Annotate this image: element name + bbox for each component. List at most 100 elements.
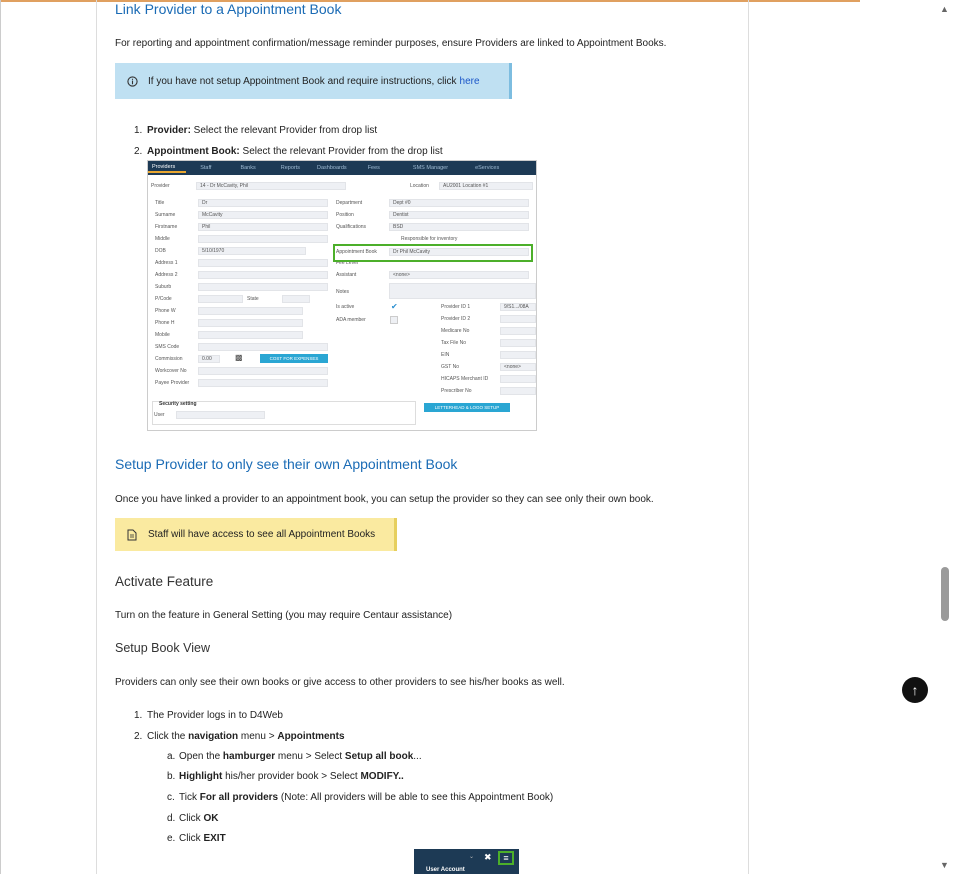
back-to-top-button[interactable]: ↑ bbox=[902, 677, 928, 703]
field-label: Provider ID 2 bbox=[441, 316, 471, 322]
scrollbar-thumb[interactable] bbox=[941, 567, 949, 621]
security-panel: Security setting User bbox=[152, 401, 416, 425]
department-field: Dept #0 bbox=[389, 199, 529, 207]
qualifications-field: BSD bbox=[389, 223, 529, 231]
pcode-field bbox=[198, 295, 243, 303]
ein-field bbox=[500, 351, 536, 359]
info-callout: If you have not setup Appointment Book a… bbox=[115, 63, 512, 99]
provider-id2-field bbox=[500, 315, 536, 323]
tab-providers: Providers bbox=[148, 164, 187, 173]
field-label: ADA member bbox=[336, 317, 366, 323]
field-label: Is active bbox=[336, 304, 355, 310]
user-field bbox=[176, 411, 265, 419]
info-circle-icon bbox=[125, 74, 139, 88]
scroll-down-arrow-icon[interactable]: ▼ bbox=[940, 860, 950, 870]
cost-for-expenses-button: COST FOR EXPENSES bbox=[260, 354, 328, 363]
field-label: Phone H bbox=[155, 320, 175, 326]
field-label: Workcover No bbox=[155, 368, 187, 374]
field-label: GST No bbox=[441, 364, 459, 370]
payee-provider-field bbox=[198, 379, 328, 387]
field-label: Mobile bbox=[155, 332, 170, 338]
field-label: SMS Code bbox=[155, 344, 180, 350]
surname-field: McCavity bbox=[198, 211, 328, 219]
letterhead-logo-button: LETTERHEAD & LOGO SETUP bbox=[424, 403, 510, 412]
location-label: Location bbox=[410, 183, 429, 189]
provider-id1-field: 9/S1.../08A bbox=[500, 303, 536, 311]
section-intro: For reporting and appointment confirmati… bbox=[115, 38, 667, 49]
address2-field bbox=[198, 271, 328, 279]
commission-field: 0.00 bbox=[198, 355, 220, 363]
note-text: Staff will have access to see all Appoin… bbox=[148, 529, 376, 540]
field-label: Title bbox=[155, 200, 165, 206]
dob-field: 5/10/1970 bbox=[198, 247, 306, 255]
field-label: Firstname bbox=[155, 224, 178, 230]
provider-label: Provider bbox=[151, 183, 170, 189]
user-account-caption: User Account bbox=[426, 867, 465, 873]
address1-field bbox=[198, 259, 328, 267]
field-label: Payee Provider bbox=[155, 380, 190, 386]
field-label: Notes bbox=[336, 289, 350, 295]
appointment-book-field: Dr Phil McCavity bbox=[389, 248, 529, 256]
field-label: Commission bbox=[155, 356, 183, 362]
section-heading-activate-feature: Activate Feature bbox=[115, 574, 214, 589]
assistant-field: <none> bbox=[389, 271, 529, 279]
list-item: b. Highlight his/her provider book > Sele… bbox=[167, 771, 404, 783]
responsible-label: Responsible for inventory bbox=[401, 236, 458, 242]
workcover-field bbox=[198, 367, 328, 375]
list-item: a. Open the hamburger menu > Select Setup… bbox=[167, 750, 422, 762]
instructions-link[interactable]: here bbox=[460, 76, 480, 87]
field-label: Medicare No bbox=[441, 328, 470, 334]
field-label: Qualifications bbox=[336, 224, 367, 230]
expand-icon: ✖ bbox=[484, 852, 492, 862]
field-label: P/Code bbox=[155, 296, 172, 302]
hamburger-menu-screenshot: ⌄ ✖ ≡ User Account bbox=[414, 849, 519, 874]
app-nav-bar: Providers Staff Banks Reports Dashboards… bbox=[148, 161, 536, 175]
prescriber-field bbox=[500, 387, 536, 395]
sub-steps: a. Open the hamburger menu > Select Setup… bbox=[115, 750, 553, 853]
section-intro: Once you have linked a provider to an ap… bbox=[115, 494, 654, 505]
content-border-right bbox=[748, 0, 749, 874]
medicare-field bbox=[500, 327, 536, 335]
suburb-field bbox=[198, 283, 328, 291]
field-label: Phone W bbox=[155, 308, 176, 314]
field-label: Tax File No bbox=[441, 340, 467, 346]
middle-field bbox=[198, 235, 328, 243]
tab-reports: Reports bbox=[280, 165, 301, 171]
tab-fees: Fees bbox=[367, 165, 380, 171]
phone-w-field bbox=[198, 307, 303, 315]
tab-banks: Banks bbox=[240, 165, 256, 171]
firstname-field: Phil bbox=[198, 223, 328, 231]
gst-field: <none> bbox=[500, 363, 536, 371]
hamburger-icon: ≡ bbox=[498, 851, 514, 865]
list-item: d. Click OK bbox=[167, 812, 219, 824]
document-icon bbox=[125, 528, 139, 542]
phone-h-field bbox=[198, 319, 303, 327]
ada-member-checkbox bbox=[390, 316, 398, 324]
tab-dashboards: Dashboards bbox=[317, 165, 347, 171]
field-label: Assistant bbox=[336, 272, 357, 278]
calculator-icon: ▩ bbox=[235, 353, 243, 362]
list-item: c. Tick For all providers (Note: All prov… bbox=[167, 791, 554, 803]
note-callout: Staff will have access to see all Appoin… bbox=[115, 518, 397, 551]
list-item: 1. Provider: Select the relevant Provider… bbox=[134, 125, 378, 136]
sms-code-field bbox=[198, 343, 328, 351]
info-text: If you have not setup Appointment Book a… bbox=[148, 75, 457, 87]
is-active-check-icon: ✔ bbox=[391, 302, 398, 311]
section-text: Turn on the feature in General Setting (… bbox=[115, 610, 453, 621]
list-item: 1. The Provider logs in to D4Web bbox=[134, 710, 283, 721]
field-label: Address 2 bbox=[155, 272, 178, 278]
provider-steps: 1. Provider: Select the relevant Provider… bbox=[115, 124, 443, 165]
section-heading-link-provider: Link Provider to a Appointment Book bbox=[115, 1, 342, 17]
position-field: Dentist bbox=[389, 211, 529, 219]
field-label: Suburb bbox=[155, 284, 172, 290]
provider-select: 14 - Dr McCavity, Phil bbox=[196, 182, 346, 190]
field-label: Address 1 bbox=[155, 260, 178, 266]
user-label: User bbox=[154, 412, 165, 418]
scroll-up-arrow-icon[interactable]: ▲ bbox=[940, 4, 950, 14]
tab-sms-manager: SMS Manager bbox=[412, 165, 449, 171]
provider-settings-screenshot: Providers Staff Banks Reports Dashboards… bbox=[147, 160, 537, 431]
window-border bbox=[0, 0, 1, 874]
field-label: Provider ID 1 bbox=[441, 304, 471, 310]
security-label: Security setting bbox=[159, 401, 197, 407]
mobile-field bbox=[198, 331, 303, 339]
